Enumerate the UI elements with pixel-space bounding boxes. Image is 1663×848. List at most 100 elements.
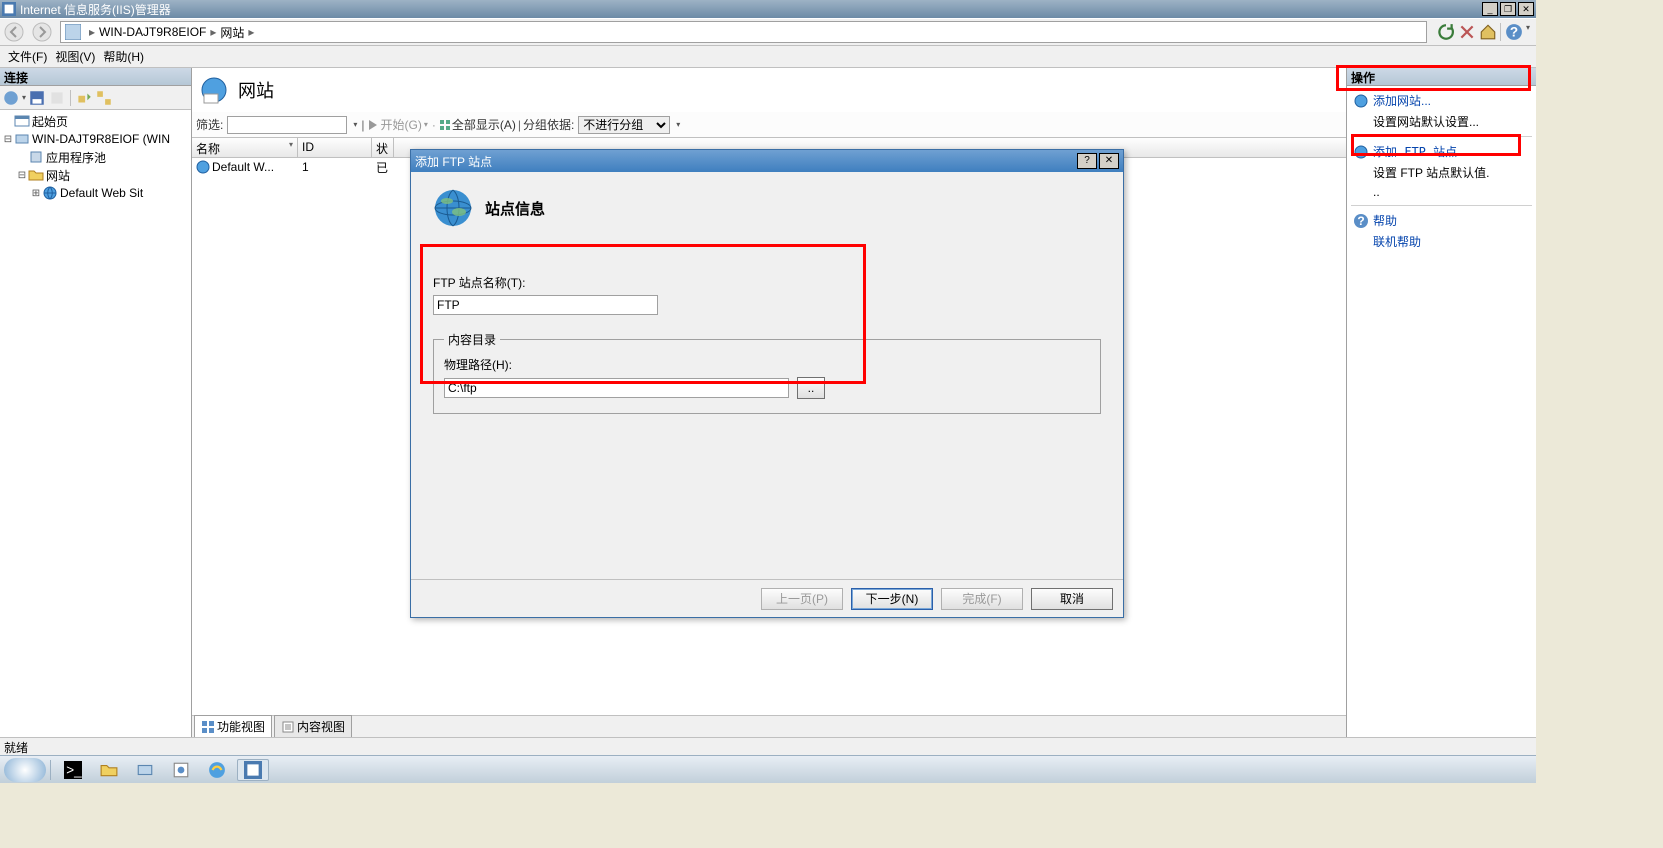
- action-set-ftp-defaults-cont[interactable]: ..: [1351, 183, 1532, 201]
- action-online-help[interactable]: 联机帮助: [1351, 231, 1532, 252]
- help-dropdown-icon[interactable]: ▾: [1526, 23, 1530, 41]
- iis-icon: [2, 2, 16, 16]
- group-extra-dropdown[interactable]: ▾: [674, 118, 682, 131]
- back-button[interactable]: [2, 21, 26, 43]
- row-status: 已: [372, 159, 394, 176]
- stop-icon[interactable]: [1458, 23, 1476, 41]
- breadcrumb-node[interactable]: 网站: [220, 24, 244, 41]
- task-item[interactable]: [201, 759, 233, 781]
- tree-default-label: Default Web Sit: [60, 186, 143, 200]
- server-icon: [65, 24, 81, 40]
- action-add-ftp-label: 添加 FTP 站点...: [1373, 143, 1479, 160]
- tree-default-site[interactable]: ⊞ Default Web Sit: [2, 184, 189, 202]
- filter-dropdown[interactable]: ▾: [351, 118, 359, 131]
- task-item[interactable]: [129, 759, 161, 781]
- globe-icon: [196, 160, 210, 174]
- tree-sites-label: 网站: [46, 167, 70, 184]
- cmd-icon: >_: [64, 761, 82, 779]
- actions-header: 操作: [1347, 68, 1536, 86]
- tree-start-page[interactable]: 起始页: [2, 112, 189, 130]
- tree-server-label: WIN-DAJT9R8EIOF (WIN: [32, 132, 170, 146]
- refresh-icon[interactable]: [1437, 23, 1455, 41]
- action-set-ftp-defaults[interactable]: 设置 FTP 站点默认值.: [1351, 162, 1532, 183]
- tree-icon[interactable]: [95, 89, 113, 107]
- breadcrumb[interactable]: ▸ WIN-DAJT9R8EIOF ▸ 网站 ▸: [60, 21, 1427, 43]
- content-dir-fieldset: 内容目录 物理路径(H): ..: [433, 331, 1101, 414]
- go-dropdown[interactable]: ▾: [422, 118, 430, 131]
- server-icon: [14, 131, 30, 147]
- tab-content[interactable]: 内容视图: [274, 715, 352, 737]
- taskbar: >_: [0, 755, 1536, 783]
- nav-sep: [1500, 23, 1502, 41]
- dialog-help-button[interactable]: ?: [1077, 153, 1097, 169]
- save-icon[interactable]: [28, 89, 46, 107]
- site-name-input[interactable]: [433, 295, 658, 315]
- tree-server[interactable]: ⊟ WIN-DAJT9R8EIOF (WIN: [2, 130, 189, 148]
- action-add-ftp[interactable]: 添加 FTP 站点...: [1351, 141, 1532, 162]
- go-label[interactable]: 开始(G): [380, 116, 421, 133]
- home-icon[interactable]: [1479, 23, 1497, 41]
- up-icon[interactable]: [75, 89, 93, 107]
- globe-large-icon: [433, 188, 473, 228]
- delete-icon[interactable]: [48, 89, 66, 107]
- showall-icon[interactable]: [438, 118, 452, 132]
- tab-content-label: 内容视图: [297, 718, 345, 735]
- close-button[interactable]: ✕: [1518, 2, 1534, 16]
- tree-start-label: 起始页: [32, 113, 68, 130]
- path-label: 物理路径(H):: [444, 356, 1090, 373]
- forward-button[interactable]: [30, 21, 54, 43]
- dialog-title: 添加 FTP 站点: [415, 153, 1075, 170]
- content-dir-legend: 内容目录: [444, 331, 500, 348]
- actions-sep: [1351, 136, 1532, 137]
- task-item[interactable]: >_: [57, 759, 89, 781]
- svg-text:>_: >_: [66, 762, 82, 777]
- svg-text:?: ?: [1510, 25, 1518, 40]
- globe-icon: [1353, 93, 1369, 109]
- dialog-footer: 上一页(P) 下一步(N) 完成(F) 取消: [411, 579, 1123, 617]
- groupby-label: 分组依据:: [523, 116, 574, 133]
- connections-toolbar: ▾: [0, 86, 191, 110]
- finish-button[interactable]: 完成(F): [941, 588, 1023, 610]
- app-pool-icon: [28, 149, 44, 165]
- menu-file[interactable]: 文件(F): [4, 46, 51, 67]
- task-item[interactable]: [93, 759, 125, 781]
- col-name[interactable]: 名称 ▾: [192, 138, 298, 157]
- dialog-close-button[interactable]: ✕: [1099, 153, 1119, 169]
- start-button[interactable]: [4, 758, 46, 782]
- filter-input[interactable]: [227, 116, 347, 134]
- row-name: Default W...: [212, 160, 274, 174]
- filter-row: 筛选: ▾ | 开始(G) ▾ · 全部显示(A) | 分组依据: 不进行分组 …: [192, 112, 1346, 138]
- menu-view[interactable]: 视图(V): [51, 46, 99, 67]
- action-set-defaults-label: 设置网站默认设置...: [1373, 113, 1479, 130]
- showall-label[interactable]: 全部显示(A): [452, 116, 516, 133]
- connect-dropdown[interactable]: ▾: [22, 93, 26, 102]
- col-id[interactable]: ID: [298, 138, 372, 157]
- groupby-select[interactable]: 不进行分组: [578, 116, 670, 134]
- menu-help[interactable]: 帮助(H): [99, 46, 148, 67]
- next-button[interactable]: 下一步(N): [851, 588, 933, 610]
- tree-sites[interactable]: ⊟ 网站: [2, 166, 189, 184]
- action-add-site[interactable]: 添加网站...: [1351, 90, 1532, 111]
- dialog-heading: 站点信息: [433, 184, 1101, 232]
- maximize-button[interactable]: ❐: [1500, 2, 1516, 16]
- sites-icon: [200, 76, 228, 104]
- tab-features[interactable]: 功能视图: [194, 715, 272, 737]
- tree-app-pool[interactable]: 应用程序池: [2, 148, 189, 166]
- dialog-title-bar[interactable]: 添加 FTP 站点 ? ✕: [411, 150, 1123, 172]
- path-input[interactable]: [444, 378, 789, 398]
- connect-icon[interactable]: [2, 89, 20, 107]
- col-status[interactable]: 状: [372, 138, 394, 157]
- task-item[interactable]: [165, 759, 197, 781]
- cancel-button[interactable]: 取消: [1031, 588, 1113, 610]
- help-icon[interactable]: ?: [1505, 23, 1523, 41]
- action-help[interactable]: ? 帮助: [1351, 210, 1532, 231]
- sites-folder-icon: [28, 167, 44, 183]
- breadcrumb-server[interactable]: WIN-DAJT9R8EIOF: [99, 25, 206, 39]
- action-set-defaults[interactable]: 设置网站默认设置...: [1351, 111, 1532, 132]
- prev-button[interactable]: 上一页(P): [761, 588, 843, 610]
- minimize-button[interactable]: _: [1482, 2, 1498, 16]
- task-item-iis[interactable]: [237, 759, 269, 781]
- browse-button[interactable]: ..: [797, 377, 825, 399]
- start-page-icon: [14, 113, 30, 129]
- go-icon[interactable]: [366, 118, 380, 132]
